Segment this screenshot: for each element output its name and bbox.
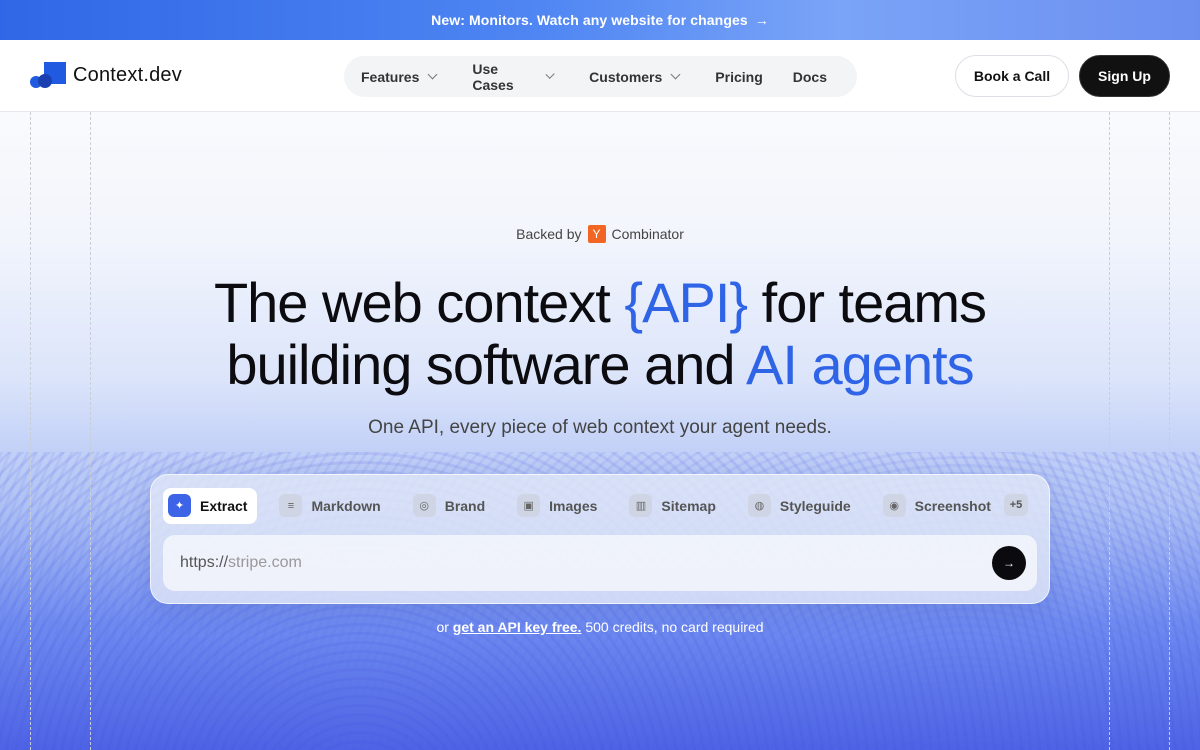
sparkle-icon: ✦ (168, 494, 191, 517)
cta-prefix: or (436, 619, 453, 635)
brand-icon: ◎ (412, 494, 436, 517)
page-title: The web context {API} for teams building… (0, 272, 1200, 396)
hero-section: Backed by Y Combinator The web context {… (0, 112, 1200, 750)
logo[interactable]: Context.dev (30, 62, 182, 88)
tab-styleguide[interactable]: ◍ Styleguide (743, 488, 861, 524)
announcement-bar[interactable]: New: Monitors. Watch any website for cha… (0, 0, 1200, 40)
top-nav: Context.dev Features Use Cases Customers… (0, 40, 1200, 112)
menu-item-customers[interactable]: Customers (589, 68, 681, 85)
palette-icon: ◍ (747, 494, 771, 517)
markdown-icon: ≡ (279, 494, 303, 517)
backed-by-prefix: Backed by (516, 226, 582, 242)
headline-text: for teams (747, 271, 987, 334)
yc-logo-icon: Y (587, 225, 606, 243)
chevron-down-icon (670, 69, 681, 80)
tab-images[interactable]: ▣ Images (512, 488, 607, 524)
tab-label: Styleguide (779, 497, 851, 514)
url-input[interactable]: https:// stripe.com → (163, 535, 1037, 591)
menu-item-docs[interactable]: Docs (793, 69, 827, 85)
tab-screenshot[interactable]: ◉ Screenshot (878, 488, 1001, 524)
headline-text: The web context (213, 271, 625, 334)
headline-text: building software and (226, 333, 747, 396)
tab-label: Images (549, 497, 598, 514)
logo-icon (30, 62, 66, 88)
menu-item-label: Use Cases (472, 60, 514, 93)
endpoint-tabs: ✦ Extract ≡ Markdown ◎ Brand ▣ Images ▥ … (163, 487, 1018, 524)
chevron-down-icon (545, 69, 555, 80)
main-menu: Features Use Cases Customers Pricing Doc… (344, 56, 857, 97)
tab-markdown[interactable]: ≡ Markdown (274, 488, 390, 524)
url-protocol-prefix: https:// (180, 554, 229, 571)
submit-arrow-button[interactable]: → (992, 546, 1026, 580)
book-call-button[interactable]: Book a Call (955, 55, 1069, 97)
arrow-right-icon: → (754, 12, 769, 28)
tab-label: Brand (444, 497, 486, 514)
url-placeholder: stripe.com (228, 554, 302, 571)
menu-item-label: Customers (589, 68, 663, 85)
image-icon: ▣ (517, 494, 541, 517)
more-tabs-button[interactable]: +5 (1004, 494, 1028, 516)
backed-by-suffix: Combinator (611, 226, 684, 242)
logo-text: Context.dev (73, 63, 182, 86)
headline-accent: AI agents (746, 333, 975, 396)
menu-item-label: Pricing (715, 68, 763, 85)
sign-up-button[interactable]: Sign Up (1079, 55, 1170, 97)
tab-brand[interactable]: ◎ Brand (408, 488, 495, 524)
tab-label: Sitemap (661, 497, 716, 514)
menu-item-features[interactable]: Features (361, 68, 438, 85)
tab-label: Markdown (311, 497, 381, 514)
map-icon: ▥ (629, 494, 653, 517)
backed-by-badge: Backed by Y Combinator (0, 225, 1200, 243)
api-tool-panel: ✦ Extract ≡ Markdown ◎ Brand ▣ Images ▥ … (150, 474, 1050, 604)
cta-suffix: 500 credits, no card required (581, 619, 764, 635)
chevron-down-icon (427, 69, 438, 80)
menu-item-pricing[interactable]: Pricing (715, 69, 762, 85)
menu-item-use-cases[interactable]: Use Cases (472, 60, 555, 93)
api-key-cta: or get an API key free. 500 credits, no … (0, 619, 1200, 635)
tab-sitemap[interactable]: ▥ Sitemap (624, 488, 725, 524)
tab-label: Extract (200, 497, 248, 514)
camera-icon: ◉ (882, 494, 906, 517)
menu-item-label: Features (361, 68, 420, 85)
headline-accent: {API} (624, 271, 748, 334)
hero-subtitle: One API, every piece of web context your… (368, 417, 832, 438)
menu-item-label: Docs (792, 68, 827, 85)
announcement-text[interactable]: New: Monitors. Watch any website for cha… (431, 12, 748, 28)
tab-label: Screenshot (914, 497, 991, 514)
tab-extract[interactable]: ✦ Extract (163, 487, 258, 524)
get-api-key-link[interactable]: get an API key free. (453, 619, 582, 635)
